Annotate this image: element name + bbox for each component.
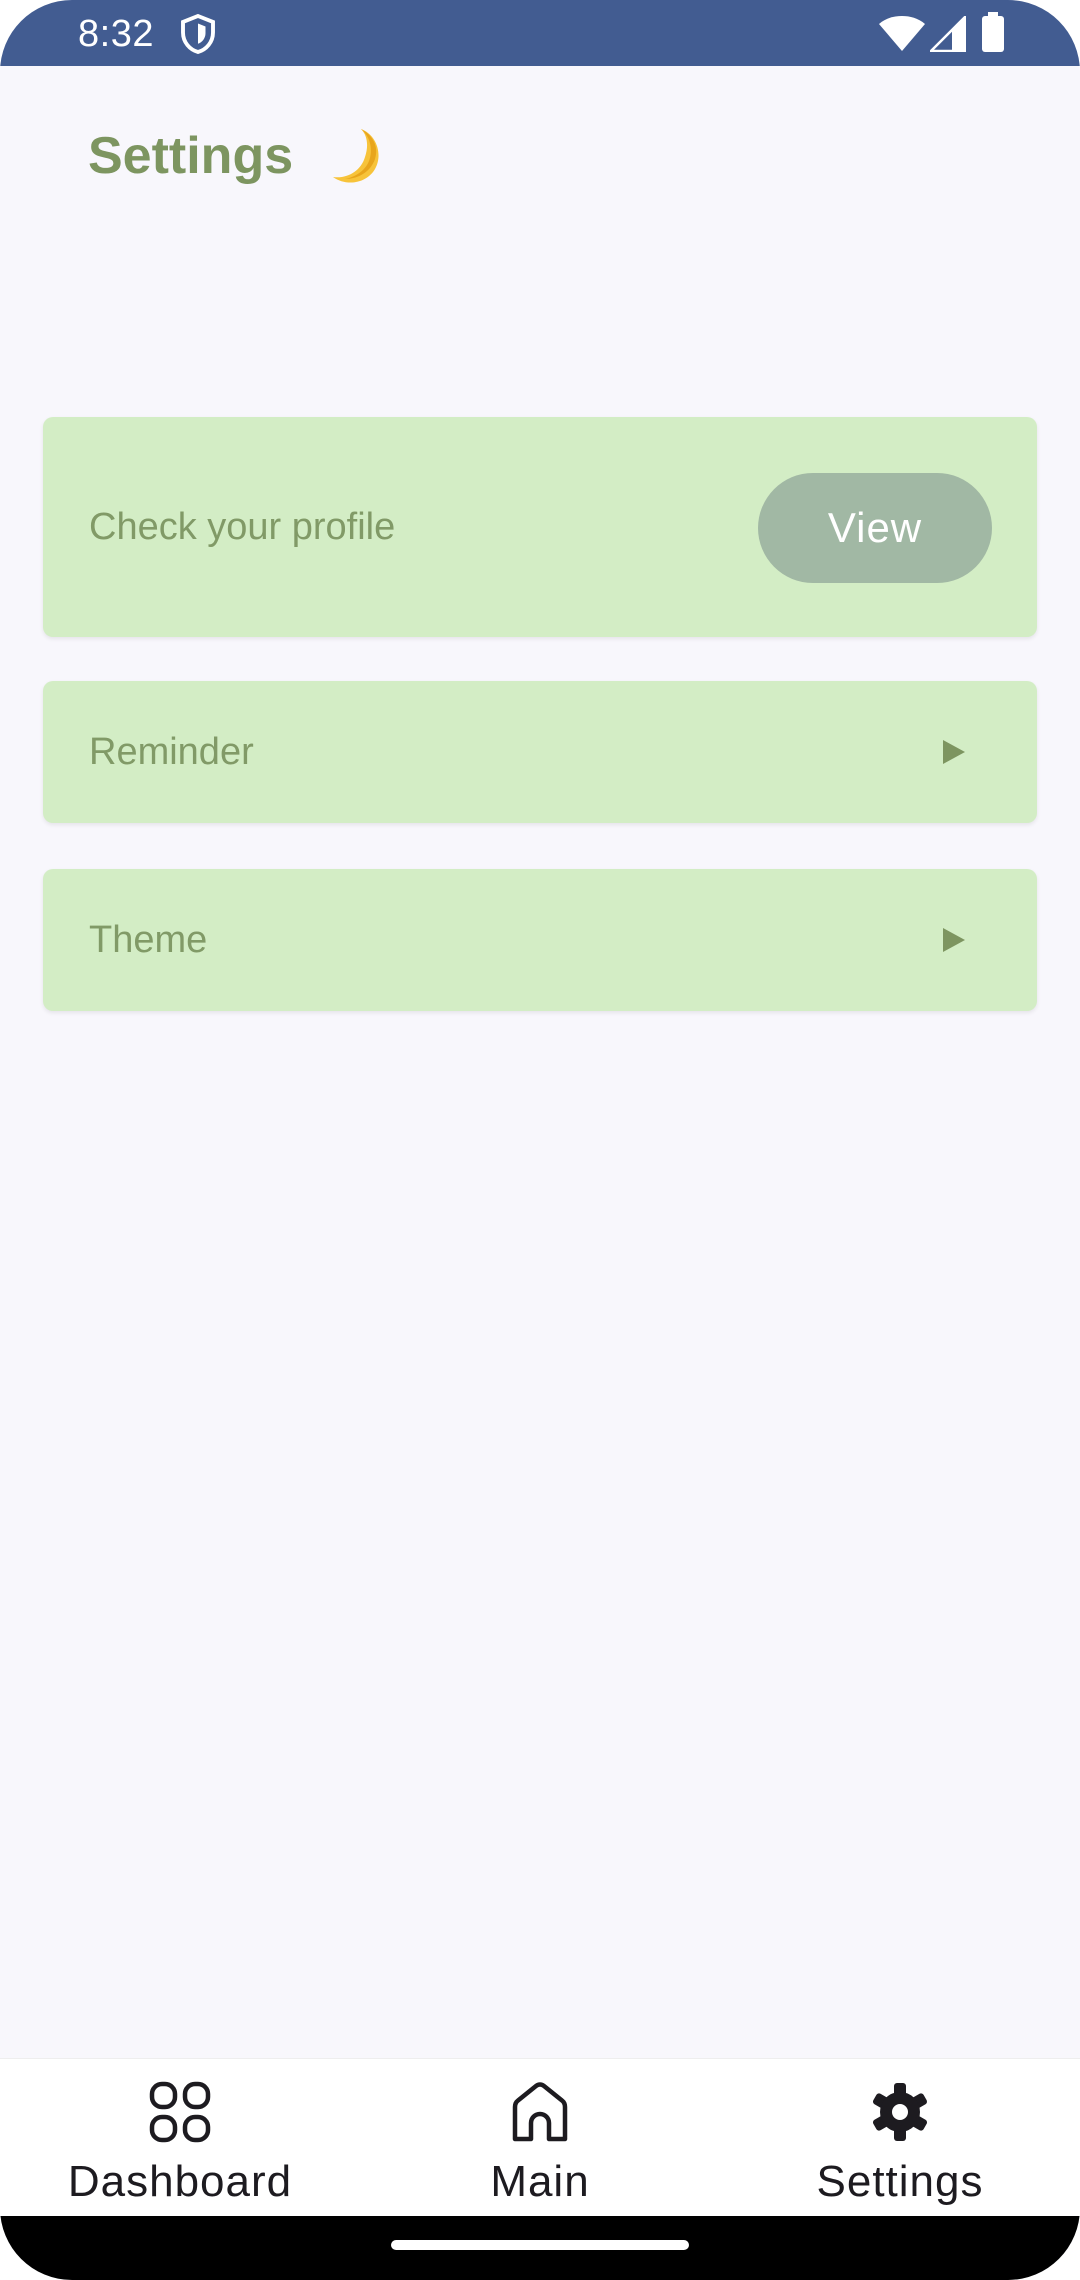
- status-time: 8:32: [78, 13, 154, 55]
- theme-label: Theme: [89, 918, 208, 961]
- gear-icon: [872, 2083, 928, 2141]
- profile-card: Check your profile View: [43, 417, 1037, 637]
- nav-label-settings: Settings: [816, 2157, 984, 2206]
- nav-label-dashboard: Dashboard: [67, 2157, 293, 2206]
- status-bar: 8:32: [0, 0, 1080, 66]
- nav-item-main[interactable]: Main: [360, 2059, 720, 2217]
- nav-label-main: Main: [490, 2157, 590, 2206]
- reminder-label: Reminder: [89, 730, 254, 773]
- view-profile-button[interactable]: View: [758, 473, 992, 583]
- bottom-navigation: Dashboard Main Settings: [0, 2058, 1080, 2217]
- play-arrow-icon: [943, 928, 965, 952]
- profile-card-label: Check your profile: [89, 505, 396, 548]
- theme-item[interactable]: Theme: [43, 869, 1037, 1011]
- signal-icon: [930, 16, 966, 52]
- wifi-icon: [879, 16, 925, 51]
- play-arrow-icon: [943, 740, 965, 764]
- home-icon: [512, 2082, 568, 2142]
- nav-item-settings[interactable]: Settings: [720, 2059, 1080, 2217]
- shield-icon: [181, 14, 215, 54]
- grid-icon: [149, 2081, 211, 2143]
- gesture-navigation-bar: [0, 2216, 1080, 2280]
- settings-screen: 8:32 Settings Check your profile View Re…: [0, 0, 1080, 2280]
- battery-icon: [982, 12, 1004, 52]
- page-title: Settings: [88, 127, 294, 185]
- moon-icon[interactable]: [319, 121, 389, 191]
- home-gesture-handle[interactable]: [391, 2240, 689, 2250]
- page-header: Settings: [88, 116, 389, 196]
- nav-item-dashboard[interactable]: Dashboard: [0, 2059, 360, 2217]
- reminder-item[interactable]: Reminder: [43, 681, 1037, 823]
